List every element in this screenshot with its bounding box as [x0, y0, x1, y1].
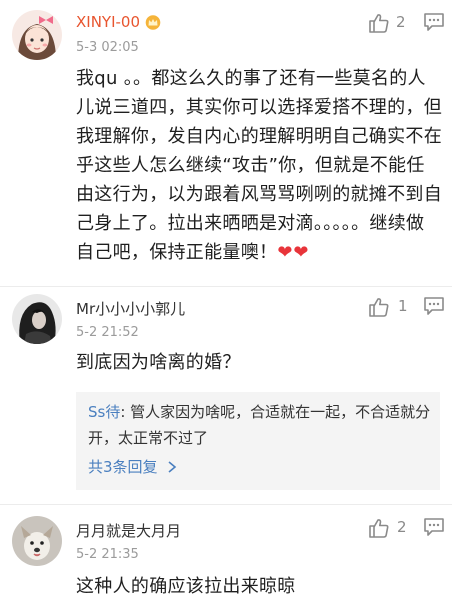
comment-bubble-icon[interactable] [423, 296, 445, 316]
avatar[interactable] [12, 10, 62, 60]
reply-text: Ss待: 管人家因为啥呢，合适就在一起，不合适就分开，太正常不过了 [88, 399, 432, 451]
chevron-right-icon [168, 461, 177, 473]
reply-body: : 管人家因为啥呢，合适就在一起，不合适就分开，太正常不过了 [88, 403, 431, 447]
thumbs-up-icon[interactable] [368, 12, 390, 34]
timestamp: 5-3 02:05 [76, 40, 139, 55]
comment-text: 我qu 。。都这么久的事了还有一些莫名的人儿说三道四，其实你可以选择爱搭不理的，… [76, 64, 442, 267]
thumbs-up-icon[interactable] [368, 517, 390, 539]
comment-text: 到底因为啥离的婚？ [76, 352, 241, 373]
comment-bubble-icon[interactable] [423, 12, 445, 32]
username[interactable]: XINYI-00 [76, 13, 162, 34]
reply-box: Ss待: 管人家因为啥呢，合适就在一起，不合适就分开，太正常不过了 共3条回复 [76, 392, 440, 490]
comment-item: XINYI-00 5-3 02:05 2 我qu 。。都这么久的事了还有一些莫名… [0, 0, 452, 286]
reply-author[interactable]: Ss待 [88, 403, 120, 421]
view-replies-label: 共3条回复 [88, 458, 158, 476]
thumbs-up-icon[interactable] [368, 296, 390, 318]
username[interactable]: 月月就是大月月 [76, 520, 181, 541]
comment-text: 这种人的确应该拉出来晾晾 [76, 576, 296, 597]
like-count: 1 [398, 297, 408, 315]
username[interactable]: Mr小小小小郭儿 [76, 298, 185, 319]
avatar[interactable] [12, 294, 62, 344]
avatar[interactable] [12, 516, 62, 566]
comment-bubble-icon[interactable] [423, 517, 445, 537]
like-count: 2 [396, 13, 406, 31]
like-count: 2 [397, 518, 407, 536]
comment-item: Mr小小小小郭儿 5-2 21:52 1 到底因为啥离的婚？ Ss待: 管人家因… [0, 286, 452, 504]
timestamp: 5-2 21:52 [76, 325, 139, 340]
crown-icon [144, 14, 162, 34]
timestamp: 5-2 21:35 [76, 547, 139, 562]
comment-item: 月月就是大月月 5-2 21:35 2 这种人的确应该拉出来晾晾 [0, 504, 452, 608]
comment-body: 我qu 。。都这么久的事了还有一些莫名的人儿说三道四，其实你可以选择爱搭不理的，… [76, 68, 442, 263]
heart-emoji: ❤❤ [277, 242, 310, 263]
view-replies-link[interactable]: 共3条回复 [88, 456, 177, 477]
